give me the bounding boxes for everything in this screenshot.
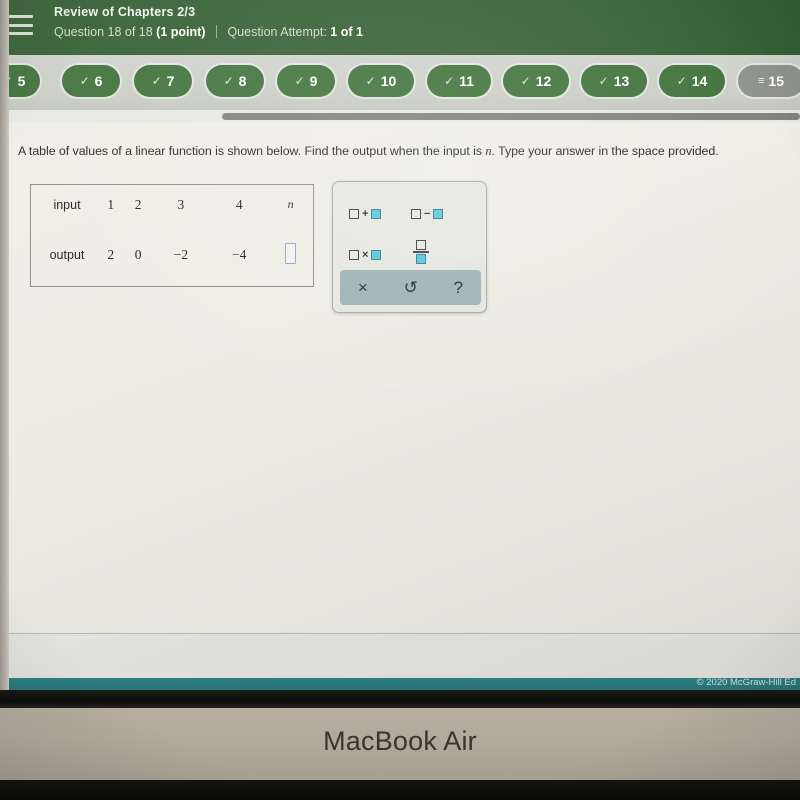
- question-body: A table of values of a linear function i…: [9, 122, 800, 634]
- question-pill-number: 14: [691, 73, 708, 89]
- table-cell: 3: [177, 196, 185, 212]
- filled-box-icon: [433, 209, 444, 219]
- device-brand-label: MacBook Air: [323, 726, 477, 756]
- laptop-screen: Review of Chapters 2/3 Question 18 of 18…: [0, 0, 800, 690]
- table-cell: 0: [134, 247, 142, 263]
- undo-icon[interactable]: ↺: [404, 279, 418, 296]
- math-keypad-panel[interactable]: + − × × ↺ ?: [332, 181, 487, 313]
- addition-template-glyph: +: [349, 208, 382, 220]
- fraction-bar-icon: [413, 251, 429, 253]
- check-icon: ✓: [676, 74, 687, 88]
- table-cell: 4: [235, 196, 243, 212]
- question-pill-13[interactable]: ✓ 13: [581, 65, 647, 97]
- check-icon: ✓: [151, 74, 162, 88]
- horizontal-scrollbar-thumb[interactable]: [222, 113, 800, 120]
- question-pill-number: 13: [613, 73, 630, 89]
- question-pill-15[interactable]: ≡ 15: [738, 65, 800, 97]
- attempt-label: Question Attempt:: [227, 25, 327, 39]
- fraction-template-glyph: [413, 240, 429, 264]
- screen-bezel-left: [0, 0, 9, 690]
- question-pill-number: 7: [166, 73, 175, 89]
- question-pill-9[interactable]: ✓ 9: [277, 65, 335, 97]
- empty-box-icon: [349, 250, 359, 260]
- keypad-button-subtraction[interactable]: −: [411, 208, 444, 220]
- table-row: output 2 0 −2 −4: [31, 224, 313, 286]
- filled-box-icon: [371, 250, 382, 260]
- multiplication-template-glyph: ×: [349, 249, 382, 261]
- laptop-hinge: [0, 690, 800, 708]
- table-cell: −2: [173, 247, 189, 263]
- table-cell-variable: n: [287, 197, 294, 212]
- answer-input-box[interactable]: [285, 242, 297, 264]
- page-title: Review of Chapters 2/3: [54, 5, 196, 19]
- empty-box-icon: [416, 240, 426, 250]
- help-icon[interactable]: ?: [454, 279, 463, 296]
- question-counter: Question 18 of 18: [54, 25, 153, 39]
- question-pill-12[interactable]: ✓ 12: [503, 65, 569, 97]
- table-cell: 1: [107, 196, 115, 212]
- question-pill-number: 8: [238, 73, 247, 89]
- header-divider: [215, 25, 217, 38]
- check-icon: ✓: [598, 74, 609, 88]
- plus-sign: +: [362, 208, 369, 220]
- photograph-of-laptop: Review of Chapters 2/3 Question 18 of 18…: [0, 0, 800, 800]
- question-status-line: Question 18 of 18 (1 point) Question Att…: [54, 25, 363, 39]
- question-pill-number: 11: [459, 73, 474, 89]
- table-cell: −4: [232, 247, 247, 263]
- page-footer: © 2020 McGraw-Hill Ed: [0, 678, 800, 690]
- minus-sign: −: [424, 208, 431, 220]
- horizontal-scrollbar-track[interactable]: [0, 110, 800, 122]
- question-pill-number: 9: [309, 73, 318, 89]
- question-pill-14[interactable]: ✓ 14: [659, 65, 725, 97]
- question-pill-number: 10: [380, 73, 397, 89]
- table-row: input 1 2 3 4 n: [31, 185, 313, 224]
- question-pill-number: 6: [94, 73, 103, 89]
- app-header: Review of Chapters 2/3 Question 18 of 18…: [0, 0, 800, 55]
- filled-box-icon: [371, 209, 382, 219]
- table-row-label: input: [53, 197, 81, 212]
- lower-page-band: [9, 634, 800, 678]
- prompt-part-2: . Type your answer in the space provided…: [491, 144, 719, 158]
- prompt-part-1: A table of values of a linear function i…: [18, 144, 486, 158]
- check-icon: ✓: [223, 74, 234, 88]
- keypad-button-addition[interactable]: +: [349, 208, 382, 220]
- table-cell: 2: [107, 247, 115, 263]
- question-pill-number: 15: [768, 73, 784, 89]
- keypad-button-fraction[interactable]: [413, 240, 429, 264]
- table-cell: 2: [134, 196, 142, 212]
- question-pill-10[interactable]: ✓ 10: [348, 65, 414, 97]
- times-sign: ×: [362, 249, 369, 261]
- filled-box-icon: [416, 253, 426, 264]
- question-nav-strip[interactable]: ✓5✓6✓7✓8✓9✓10✓11✓12✓13✓14≡15: [0, 55, 800, 110]
- keypad-button-multiplication[interactable]: ×: [349, 249, 382, 261]
- subtraction-template-glyph: −: [411, 208, 444, 220]
- empty-box-icon: [349, 209, 359, 219]
- copyright-text: © 2020 McGraw-Hill Ed: [696, 678, 796, 688]
- question-pill-7[interactable]: ✓ 7: [134, 65, 192, 97]
- check-icon: ✓: [294, 74, 305, 88]
- lines-icon: ≡: [758, 74, 765, 87]
- check-icon: ✓: [520, 74, 531, 88]
- check-icon: ✓: [79, 74, 90, 88]
- hamburger-icon[interactable]: [9, 15, 33, 35]
- question-prompt: A table of values of a linear function i…: [18, 144, 800, 159]
- question-pill-6[interactable]: ✓ 6: [62, 65, 120, 97]
- laptop-bottom-edge: [0, 780, 800, 800]
- values-table: input 1 2 3 4 n output 2 0 −2 −4: [30, 184, 314, 287]
- keypad-toolbar[interactable]: × ↺ ?: [340, 270, 481, 305]
- question-pill-11[interactable]: ✓ 11: [427, 65, 491, 97]
- laptop-chassis: MacBook Air: [0, 708, 800, 780]
- question-pill-number: 5: [17, 73, 26, 89]
- clear-icon[interactable]: ×: [358, 279, 368, 296]
- question-pill-number: 12: [535, 73, 552, 89]
- check-icon: ✓: [365, 74, 376, 88]
- check-icon: ✓: [444, 74, 455, 88]
- answer-input-cell[interactable]: [268, 224, 313, 286]
- attempt-value: 1 of 1: [330, 25, 363, 39]
- values-table-grid: input 1 2 3 4 n output 2 0 −2 −4: [31, 185, 313, 286]
- table-row-label: output: [49, 248, 85, 263]
- question-pill-8[interactable]: ✓ 8: [206, 65, 264, 97]
- empty-box-icon: [411, 209, 421, 219]
- question-points: (1 point): [156, 25, 206, 39]
